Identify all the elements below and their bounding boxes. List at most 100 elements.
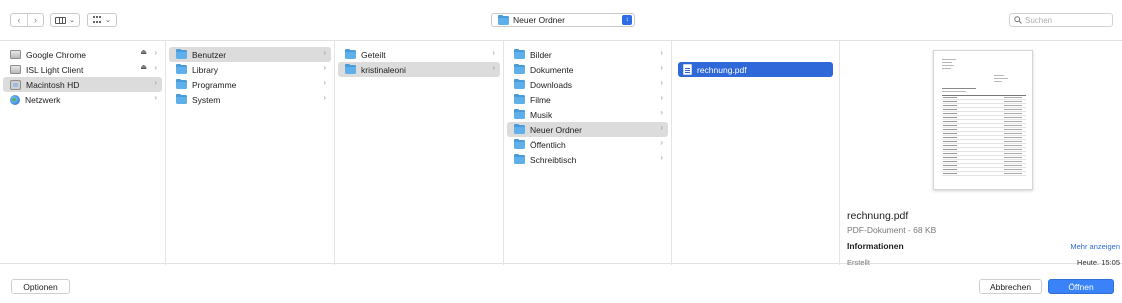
folder-icon: [345, 49, 356, 59]
folder-item-downloads[interactable]: Downloads ›: [504, 77, 671, 92]
folder-icon: [514, 79, 525, 89]
sidebar-item-label: Google Chrome: [26, 49, 87, 60]
search-icon: [1014, 16, 1022, 24]
chevron-right-icon: ›: [33, 15, 37, 25]
eject-icon[interactable]: ⏏: [140, 63, 147, 71]
folder-label: Programme: [192, 79, 237, 90]
grid-view-icon: [93, 16, 102, 24]
file-label: rechnung.pdf: [697, 64, 747, 75]
sidebar-item-macintosh-hd[interactable]: Macintosh HD ›: [3, 77, 162, 92]
chevron-right-icon: ›: [660, 153, 663, 162]
chevron-right-icon: ›: [660, 108, 663, 117]
location-label: Neuer Ordner: [513, 15, 565, 25]
search-field[interactable]: [1009, 13, 1113, 27]
chevron-right-icon: ›: [660, 93, 663, 102]
folder-label: Öffentlich: [530, 139, 566, 150]
chevron-right-icon: ›: [154, 93, 157, 102]
search-input[interactable]: [1025, 15, 1105, 25]
folder-icon: [514, 139, 525, 149]
chevron-right-icon: ›: [154, 78, 157, 87]
options-button[interactable]: Optionen: [11, 279, 70, 294]
chevron-down-icon: ⌄: [105, 17, 111, 24]
file-item-rechnung-pdf[interactable]: rechnung.pdf: [678, 62, 833, 77]
folder-item-filme[interactable]: Filme ›: [504, 92, 671, 107]
chevron-right-icon: ›: [323, 93, 326, 102]
chevron-right-icon: ›: [660, 78, 663, 87]
folder-item-library[interactable]: Library ›: [166, 62, 334, 77]
folder-item-neuer-ordner[interactable]: Neuer Ordner ›: [507, 122, 668, 137]
chevron-right-icon: ›: [492, 63, 495, 72]
browser-column-1: Benutzer › Library › Programme › System …: [166, 41, 335, 265]
open-button[interactable]: Öffnen: [1048, 279, 1114, 294]
folder-item-musik[interactable]: Musik ›: [504, 107, 671, 122]
sidebar-item-label: Macintosh HD: [26, 79, 80, 90]
chevron-right-icon: ›: [154, 48, 157, 57]
column-browser: Google Chrome ⏏ › ISL Light Client ⏏ › M…: [0, 40, 1122, 267]
folder-icon: [176, 49, 187, 59]
drive-icon: [10, 50, 21, 59]
folder-label: Downloads: [530, 79, 573, 90]
folder-icon: [514, 94, 525, 104]
folder-item-programme[interactable]: Programme ›: [166, 77, 334, 92]
chevron-down-icon: ⌄: [69, 17, 75, 24]
view-mode-columns-button[interactable]: ⌄: [50, 13, 80, 27]
folder-icon: [176, 94, 187, 104]
folder-icon: [498, 14, 509, 25]
chevron-right-icon: ›: [323, 63, 326, 72]
location-stepper-icon: ↕: [622, 15, 632, 25]
sidebar: Google Chrome ⏏ › ISL Light Client ⏏ › M…: [0, 41, 166, 265]
back-button[interactable]: ‹: [11, 14, 27, 26]
chevron-right-icon: ›: [492, 48, 495, 57]
folder-icon: [514, 64, 525, 74]
folder-label: System: [192, 94, 221, 105]
columns-view-icon: [55, 16, 67, 24]
folder-label: Neuer Ordner: [530, 124, 582, 135]
folder-item-bilder[interactable]: Bilder ›: [504, 47, 671, 62]
sidebar-item-netzwerk[interactable]: Netzwerk ›: [0, 92, 165, 107]
folder-icon: [514, 49, 525, 59]
folder-item-dokumente[interactable]: Dokumente ›: [504, 62, 671, 77]
chevron-right-icon: ›: [323, 78, 326, 87]
forward-button[interactable]: ›: [26, 14, 43, 26]
chevron-right-icon: ›: [660, 48, 663, 57]
folder-item-benutzer[interactable]: Benutzer ›: [169, 47, 331, 62]
drive-icon: [10, 65, 21, 74]
folder-label: Geteilt: [361, 49, 386, 60]
folder-item-system[interactable]: System ›: [166, 92, 334, 107]
folder-item-kristinaleoni[interactable]: kristinaleoni ›: [338, 62, 500, 77]
chevron-right-icon: ›: [323, 48, 326, 57]
folder-icon: [176, 64, 187, 74]
preview-pane: rechnung.pdf PDF-Dokument - 68 KB Inform…: [840, 41, 1122, 267]
folder-item-oeffentlich[interactable]: Öffentlich ›: [504, 137, 671, 152]
chevron-left-icon: ‹: [17, 15, 21, 25]
location-popup[interactable]: Neuer Ordner ↕: [491, 13, 635, 27]
hard-disk-icon: [10, 79, 21, 90]
folder-label: Bilder: [530, 49, 552, 60]
chevron-right-icon: ›: [660, 123, 663, 132]
chevron-right-icon: ›: [660, 63, 663, 72]
eject-icon[interactable]: ⏏: [140, 48, 147, 56]
chevron-right-icon: ›: [660, 138, 663, 147]
folder-icon: [514, 154, 525, 164]
browser-column-4: rechnung.pdf: [672, 41, 840, 265]
sidebar-item-google-chrome[interactable]: Google Chrome ⏏ ›: [0, 47, 165, 62]
sidebar-item-label: Netzwerk: [25, 94, 61, 105]
folder-icon: [514, 124, 525, 134]
folder-icon: [514, 109, 525, 119]
folder-item-schreibtisch[interactable]: Schreibtisch ›: [504, 152, 671, 167]
footer: Optionen Abbrechen Öffnen: [0, 265, 1122, 303]
sidebar-item-label: ISL Light Client: [26, 64, 84, 75]
folder-label: Dokumente: [530, 64, 574, 75]
cancel-button[interactable]: Abbrechen: [979, 279, 1042, 294]
preview-file-kind: PDF-Dokument - 68 KB: [847, 225, 937, 235]
pdf-thumbnail: [933, 50, 1033, 190]
folder-label: Filme: [530, 94, 551, 105]
group-view-button[interactable]: ⌄: [87, 13, 117, 27]
toolbar: ‹ › ⌄ ⌄ Neuer Ordner ↕: [0, 0, 1122, 40]
preview-info-heading: Informationen: [847, 241, 904, 251]
folder-icon: [176, 79, 187, 89]
home-folder-icon: [345, 64, 356, 74]
folder-item-geteilt[interactable]: Geteilt ›: [335, 47, 503, 62]
show-more-link[interactable]: Mehr anzeigen: [1070, 242, 1120, 251]
sidebar-item-isl-light-client[interactable]: ISL Light Client ⏏ ›: [0, 62, 165, 77]
